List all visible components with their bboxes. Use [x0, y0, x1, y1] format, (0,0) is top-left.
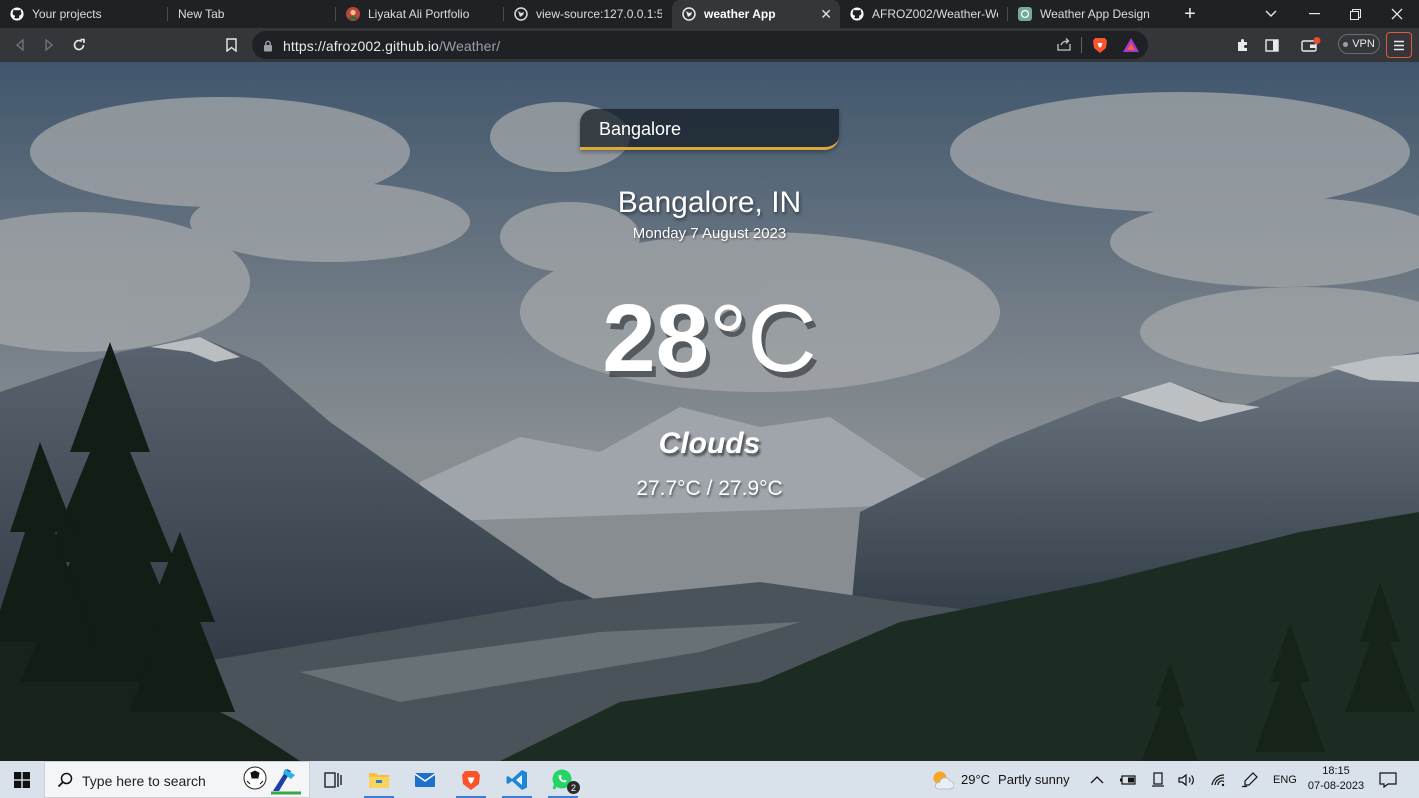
temperature-value: 28	[602, 285, 710, 392]
partly-sunny-icon	[930, 769, 954, 791]
search-icon	[57, 772, 73, 793]
new-tab-button[interactable]: +	[1172, 0, 1208, 28]
forward-icon[interactable]	[38, 34, 60, 56]
brave-icon[interactable]	[448, 761, 494, 798]
brave-shields-icon[interactable]	[1092, 36, 1108, 59]
tab-title: weather App	[704, 7, 776, 21]
volume-icon[interactable]	[1178, 761, 1196, 798]
city-search-box[interactable]	[580, 109, 839, 150]
weather-condition: Clouds	[658, 427, 761, 460]
clock-date: 07-08-2023	[1307, 780, 1365, 792]
url-host: https://afroz002.github.io	[283, 38, 439, 54]
notifications-icon[interactable]	[1379, 761, 1397, 798]
taskbar-search-placeholder: Type here to search	[82, 773, 206, 789]
brave-rewards-icon[interactable]	[1122, 37, 1140, 58]
wifi-icon[interactable]	[1210, 761, 1226, 798]
hi-low-temperature: 27.7°C / 27.9°C	[636, 477, 783, 500]
tab-github-repo[interactable]: AFROZ002/Weather-Web-F	[840, 0, 1008, 28]
close-icon[interactable]: ✕	[820, 6, 832, 23]
task-view-icon[interactable]	[310, 761, 356, 798]
vpn-status-dot	[1343, 41, 1349, 47]
lock-icon	[263, 39, 273, 57]
close-window-icon[interactable]	[1375, 0, 1419, 28]
vpn-button[interactable]: VPN	[1338, 34, 1380, 54]
tab-your-projects[interactable]: Your projects	[0, 0, 168, 28]
tab-portfolio[interactable]: Liyakat Ali Portfolio	[336, 0, 504, 28]
device-icon[interactable]	[1151, 761, 1165, 798]
show-hidden-icons-chevron-icon[interactable]	[1090, 761, 1104, 798]
taskbar-weather-widget[interactable]: 29°C Partly sunny	[930, 761, 1070, 798]
tab-title: New Tab	[178, 7, 225, 21]
taskbar-clock[interactable]: 18:15 07-08-2023	[1300, 764, 1372, 794]
github-icon	[10, 7, 24, 21]
windows-start-icon[interactable]	[0, 761, 44, 798]
weather-page: Bangalore, IN Monday 7 August 2023 28°C …	[0, 62, 1419, 761]
taskbar-weather-temp: 29°C	[961, 772, 991, 787]
taskbar-weather-text: Partly sunny	[998, 772, 1070, 787]
tab-view-source[interactable]: view-source:127.0.0.1:5501/	[504, 0, 672, 28]
pen-icon[interactable]	[1241, 761, 1259, 798]
minimize-icon[interactable]	[1292, 0, 1336, 28]
wallet-icon[interactable]	[1300, 34, 1322, 56]
extensions-icon[interactable]	[1232, 34, 1254, 56]
chatgpt-icon	[1018, 7, 1032, 21]
tab-weather-app[interactable]: weather App ✕	[672, 0, 840, 28]
portfolio-avatar-icon	[346, 7, 360, 21]
menu-icon[interactable]	[1386, 32, 1412, 58]
tab-title: view-source:127.0.0.1:5501/	[536, 7, 662, 21]
whatsapp-icon[interactable]: 2	[540, 761, 586, 798]
globe-icon	[682, 7, 696, 21]
tab-title: Your projects	[32, 7, 102, 21]
sidebar-icon[interactable]	[1261, 34, 1283, 56]
tab-title: Liyakat Ali Portfolio	[368, 7, 470, 21]
url-text: https://afroz002.github.io/Weather/	[283, 38, 500, 54]
vpn-label: VPN	[1352, 38, 1375, 50]
reload-icon[interactable]	[68, 34, 90, 56]
clock-time: 18:15	[1322, 765, 1350, 777]
url-path: /Weather/	[438, 38, 501, 54]
city-search-input[interactable]	[599, 119, 824, 139]
whatsapp-badge: 2	[567, 781, 580, 794]
vscode-icon[interactable]	[494, 761, 540, 798]
tab-title: AFROZ002/Weather-Web-F	[872, 7, 998, 21]
browser-toolbar: https://afroz002.github.io/Weather/ VPN	[0, 28, 1419, 62]
temperature-unit: °C	[709, 285, 817, 392]
tab-strip: Your projects New Tab Liyakat Ali Portfo…	[0, 0, 1419, 28]
current-date: Monday 7 August 2023	[632, 225, 787, 242]
file-explorer-icon[interactable]	[356, 761, 402, 798]
globe-icon	[514, 7, 528, 21]
tab-title: Weather App Design	[1040, 7, 1150, 21]
battery-icon[interactable]	[1119, 761, 1137, 798]
tab-search-chevron-icon[interactable]	[1249, 0, 1293, 28]
tab-weather-design[interactable]: Weather App Design	[1008, 0, 1172, 28]
tab-new-tab[interactable]: New Tab	[168, 0, 336, 28]
share-icon[interactable]	[1056, 37, 1072, 57]
bookmark-icon[interactable]	[220, 34, 242, 56]
mail-icon[interactable]	[402, 761, 448, 798]
search-highlight-image	[241, 765, 305, 798]
current-temperature: 28°C	[0, 284, 1419, 394]
restore-icon[interactable]	[1333, 0, 1377, 28]
github-icon	[850, 7, 864, 21]
address-bar[interactable]: https://afroz002.github.io/Weather/	[252, 31, 1148, 59]
back-icon[interactable]	[9, 34, 31, 56]
taskbar-search-box[interactable]: Type here to search	[44, 761, 310, 798]
windows-taskbar: Type here to search 2 29°C Partly sunny	[0, 761, 1419, 798]
location-title: Bangalore, IN	[617, 186, 802, 219]
language-indicator[interactable]: ENG	[1273, 761, 1297, 798]
